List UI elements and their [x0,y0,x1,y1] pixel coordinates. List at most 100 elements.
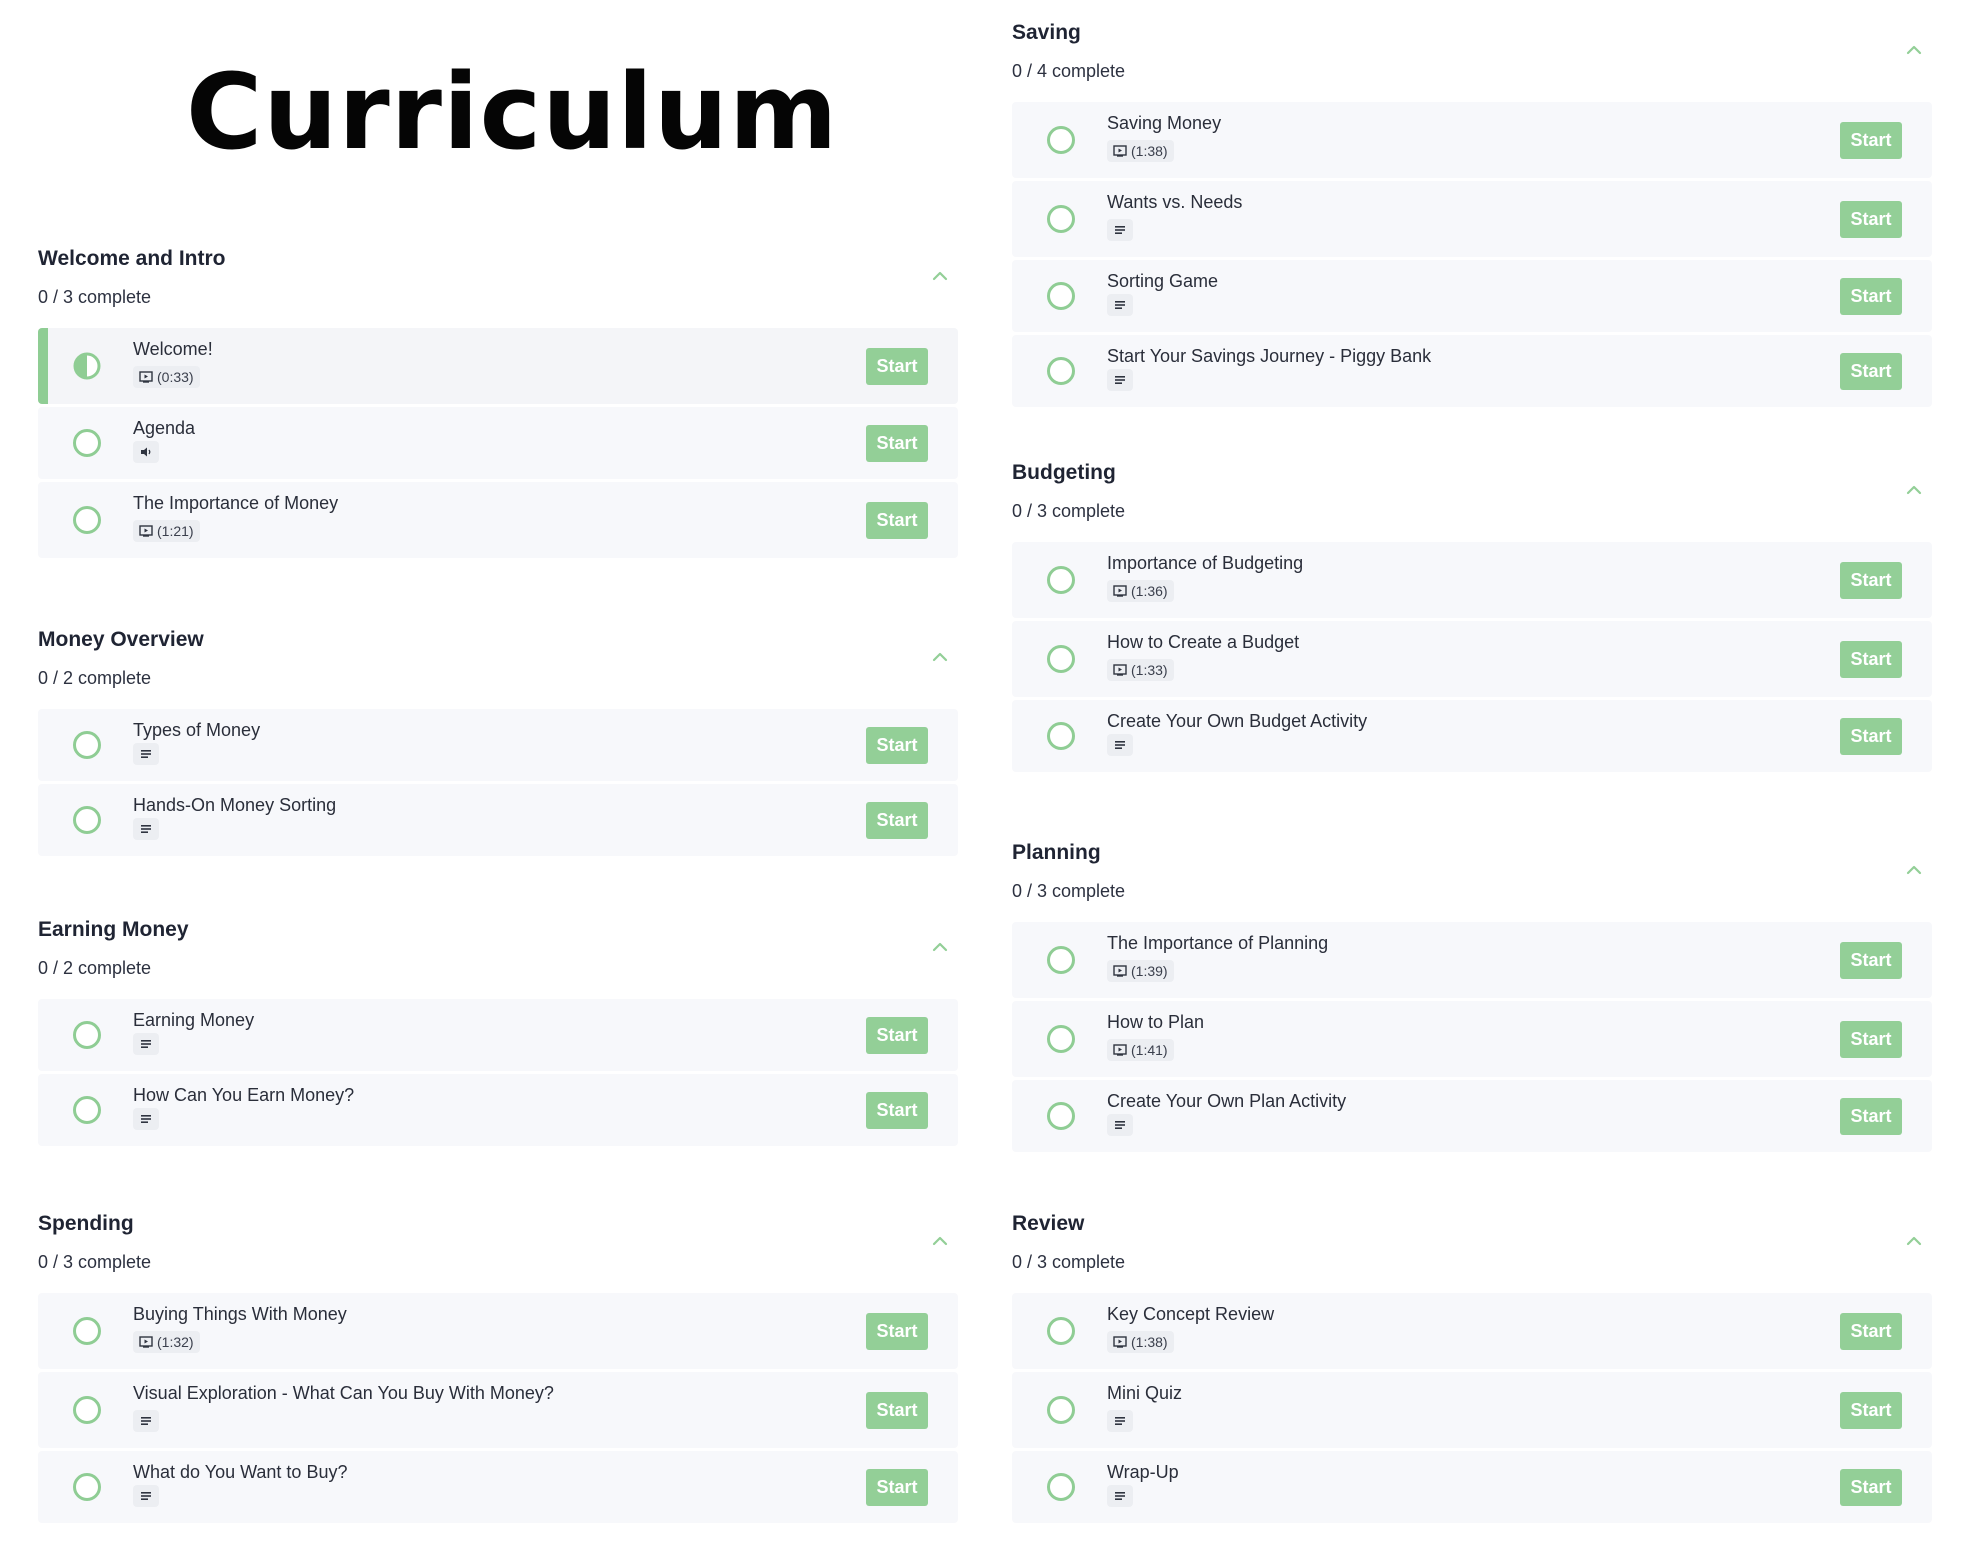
start-button[interactable]: Start [1840,277,1902,315]
start-button[interactable]: Start [1840,561,1902,599]
lesson-row[interactable]: The Importance of Money (1:21) Start [38,482,958,558]
status-circle-icon [1047,205,1075,233]
start-button[interactable]: Start [866,726,928,764]
active-indicator [38,328,48,404]
lesson-row[interactable]: Types of Money Start [38,709,958,781]
lesson-duration: (1:38) [1131,143,1168,159]
lesson-row[interactable]: Earning Money Start [38,999,958,1071]
lesson-title: Agenda [133,418,196,438]
chevron-up-icon[interactable] [930,649,950,665]
start-button[interactable]: Start [1840,352,1902,390]
chevron-up-icon[interactable] [1904,862,1924,878]
lesson-row[interactable]: Wants vs. Needs Start [1012,181,1932,257]
start-button[interactable]: Start [1840,1391,1902,1429]
lesson-row[interactable]: Welcome! (0:33) Start [38,328,958,404]
chevron-up-icon[interactable] [1904,1233,1924,1249]
module-progress: 0 / 3 complete [1012,881,1126,901]
lesson-row[interactable]: Mini Quiz Start [1012,1372,1932,1448]
lesson-type-badge: (1:38) [1107,140,1174,162]
module-header[interactable]: Planning 0 / 3 complete [1012,840,1932,922]
module-header[interactable]: Earning Money 0 / 2 complete [38,917,958,999]
lesson-type-badge [133,1485,159,1507]
status-circle-icon [1047,1317,1075,1345]
status-circle-icon [1047,126,1075,154]
start-button[interactable]: Start [1840,941,1902,979]
chevron-up-icon[interactable] [930,939,950,955]
lesson-row[interactable]: How to Create a Budget (1:33) Start [1012,621,1932,697]
text-lines-icon [141,1040,151,1048]
start-button[interactable]: Start [866,1391,928,1429]
lesson-title: Types of Money [133,720,261,740]
lesson-title: What do You Want to Buy? [133,1462,348,1482]
module-section: Budgeting 0 / 3 complete Importance of Bud… [1012,460,1932,775]
lesson-row[interactable]: Buying Things With Money (1:32) Start [38,1293,958,1369]
video-icon [1113,585,1127,597]
start-button[interactable]: Start [866,1312,928,1350]
status-circle-icon [1047,566,1075,594]
start-button[interactable]: Start [1840,717,1902,755]
module-header[interactable]: Review 0 / 3 complete [1012,1211,1932,1293]
start-button[interactable]: Start [1840,121,1902,159]
start-button[interactable]: Start [1840,1097,1902,1135]
lesson-row[interactable]: Create Your Own Plan Activity Start [1012,1080,1932,1152]
lesson-type-badge: (1:36) [1107,580,1174,602]
start-button[interactable]: Start [1840,1020,1902,1058]
video-icon [139,1336,153,1348]
lesson-row[interactable]: Start Your Savings Journey - Piggy Bank S… [1012,335,1932,407]
module-header[interactable]: Welcome and Intro 0 / 3 complete [38,246,958,328]
lesson-row[interactable]: Create Your Own Budget Activity Start [1012,700,1932,772]
start-button[interactable]: Start [1840,640,1902,678]
status-circle-icon [73,731,101,759]
lesson-row[interactable]: What do You Want to Buy? Start [38,1451,958,1523]
lesson-row[interactable]: Wrap-Up Start [1012,1451,1932,1523]
text-lines-icon [141,1417,151,1425]
chevron-up-icon[interactable] [930,1233,950,1249]
start-button[interactable]: Start [866,424,928,462]
start-button[interactable]: Start [866,801,928,839]
start-button[interactable]: Start [866,501,928,539]
lesson-type-badge: (1:41) [1107,1039,1174,1061]
module-title: Planning [1012,841,1101,864]
lesson-row[interactable]: Key Concept Review (1:38) Start [1012,1293,1932,1369]
lesson-row[interactable]: Agenda Start [38,407,958,479]
status-circle-icon [1047,282,1075,310]
module-title: Earning Money [38,918,189,941]
start-button[interactable]: Start [866,1016,928,1054]
lesson-title: Visual Exploration - What Can You Buy Wi… [133,1383,554,1403]
lesson-row[interactable]: The Importance of Planning (1:39) Start [1012,922,1932,998]
start-button[interactable]: Start [866,1091,928,1129]
lesson-title: Wants vs. Needs [1107,192,1243,212]
lesson-row[interactable]: Hands-On Money Sorting Start [38,784,958,856]
module-header[interactable]: Spending 0 / 3 complete [38,1211,958,1293]
lesson-type-badge [133,441,159,463]
lesson-row[interactable]: Visual Exploration - What Can You Buy Wi… [38,1372,958,1448]
status-circle-icon [73,506,101,534]
status-circle-icon [73,1317,101,1345]
lesson-type-badge: (0:33) [133,366,200,388]
lesson-row[interactable]: How Can You Earn Money? Start [38,1074,958,1146]
lesson-title: Saving Money [1107,113,1222,133]
lesson-row[interactable]: How to Plan (1:41) Start [1012,1001,1932,1077]
status-circle-icon [1047,1102,1075,1130]
lesson-title: The Importance of Planning [1107,933,1329,953]
chevron-up-icon[interactable] [1904,482,1924,498]
module-header[interactable]: Money Overview 0 / 2 complete [38,627,958,709]
start-button[interactable]: Start [866,1468,928,1506]
video-icon [1113,664,1127,676]
start-button[interactable]: Start [1840,200,1902,238]
lesson-row[interactable]: Saving Money (1:38) Start [1012,102,1932,178]
lesson-title: Wrap-Up [1107,1462,1179,1482]
lesson-row[interactable]: Sorting Game Start [1012,260,1932,332]
module-header[interactable]: Budgeting 0 / 3 complete [1012,460,1932,542]
module-header[interactable]: Saving 0 / 4 complete [1012,20,1932,102]
start-button[interactable]: Start [1840,1468,1902,1506]
start-button[interactable]: Start [1840,1312,1902,1350]
lesson-row[interactable]: Importance of Budgeting (1:36) Start [1012,542,1932,618]
module-section: Money Overview 0 / 2 complete Types of Mon… [38,627,958,859]
start-button[interactable]: Start [866,347,928,385]
module-title: Review [1012,1212,1085,1235]
status-circle-icon [1047,1473,1075,1501]
chevron-up-icon[interactable] [1904,42,1924,58]
chevron-up-icon[interactable] [930,268,950,284]
lesson-title: Mini Quiz [1107,1383,1183,1403]
